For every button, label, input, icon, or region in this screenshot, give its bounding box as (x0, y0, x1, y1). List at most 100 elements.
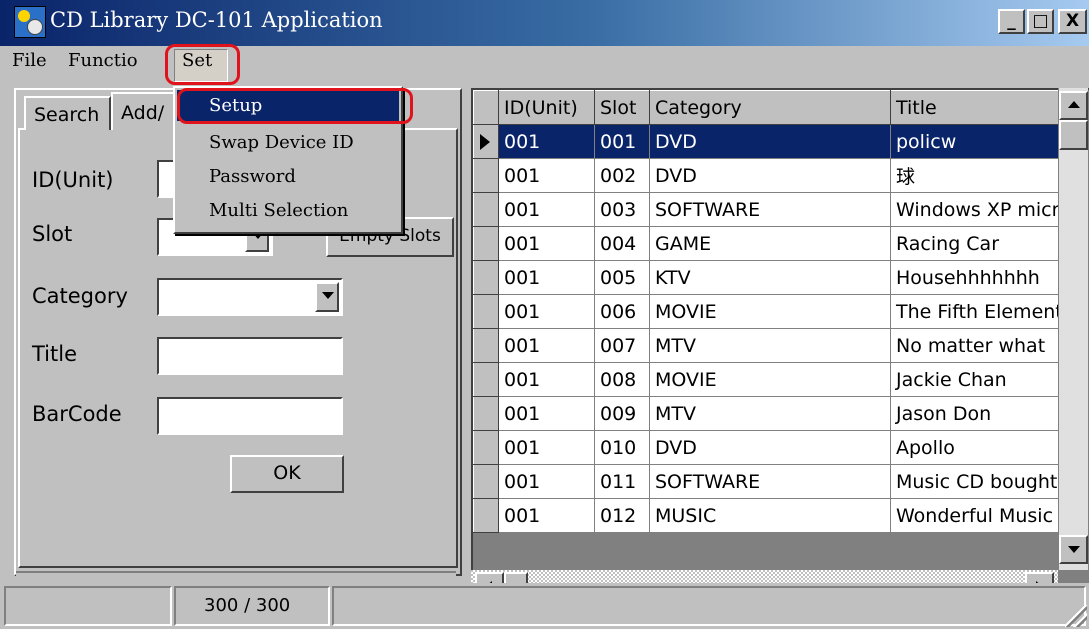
cell-category[interactable]: MTV (649, 328, 891, 363)
menu-item-password[interactable]: Password (177, 161, 399, 192)
cell-title[interactable]: Apollo (890, 430, 1064, 465)
menu-item-multi-selection[interactable]: Multi Selection (177, 195, 399, 226)
cell-title[interactable]: The Fifth Element (890, 294, 1064, 329)
cd-library-grid[interactable]: ID(Unit) Slot Category Title 001 001 DVD po… (471, 88, 1089, 605)
row-header[interactable] (473, 294, 499, 329)
row-header[interactable] (473, 226, 499, 261)
cell-title[interactable]: Wonderful Music (890, 498, 1064, 533)
cell-slot[interactable]: 011 (594, 464, 650, 499)
cell-slot[interactable]: 003 (594, 192, 650, 227)
cell-title[interactable]: 球 (890, 158, 1064, 193)
column-header-title[interactable]: Title (890, 90, 1064, 125)
row-header[interactable] (473, 124, 499, 159)
cell-id-unit[interactable]: 001 (498, 260, 595, 295)
table-row[interactable]: 001 003 SOFTWARE Windows XP micr (473, 192, 1064, 227)
close-button[interactable]: X (1058, 9, 1087, 34)
cell-category[interactable]: DVD (649, 430, 891, 465)
title-input[interactable] (157, 337, 343, 375)
cell-title[interactable]: Windows XP micr (890, 192, 1064, 227)
tab-search[interactable]: Search (24, 96, 111, 130)
row-header[interactable] (473, 362, 499, 397)
minimize-button[interactable]: _ (998, 9, 1025, 34)
scroll-up-arrow-icon[interactable] (1059, 91, 1088, 120)
cell-category[interactable]: GAME (649, 226, 891, 261)
row-header[interactable] (473, 260, 499, 295)
cell-id-unit[interactable]: 001 (498, 192, 595, 227)
row-header[interactable] (473, 464, 499, 499)
cell-title[interactable]: Househhhhhhh (890, 260, 1064, 295)
tab-add[interactable]: Add/ (111, 92, 175, 130)
table-row[interactable]: 001 002 DVD 球 (473, 158, 1064, 193)
cell-category[interactable]: SOFTWARE (649, 464, 891, 499)
cell-slot[interactable]: 002 (594, 158, 650, 193)
cell-category[interactable]: DVD (649, 158, 891, 193)
cell-id-unit[interactable]: 001 (498, 396, 595, 431)
scroll-down-arrow-icon[interactable] (1059, 535, 1088, 564)
cell-slot[interactable]: 001 (594, 124, 650, 159)
cell-title[interactable]: No matter what (890, 328, 1064, 363)
cell-slot[interactable]: 008 (594, 362, 650, 397)
cell-category[interactable]: MUSIC (649, 498, 891, 533)
cell-id-unit[interactable]: 001 (498, 498, 595, 533)
cell-title[interactable]: Racing Car (890, 226, 1064, 261)
table-row[interactable]: 001 008 MOVIE Jackie Chan (473, 362, 1064, 397)
cell-title[interactable]: Jason Don (890, 396, 1064, 431)
title-bar[interactable]: CD Library DC-101 Application _ □ X (0, 0, 1089, 46)
cell-slot[interactable]: 006 (594, 294, 650, 329)
menu-function[interactable]: Functio (68, 50, 154, 71)
row-header[interactable] (473, 430, 499, 465)
table-row[interactable]: 001 001 DVD policw (473, 124, 1064, 159)
menu-item-swap-device-id[interactable]: Swap Device ID (177, 127, 399, 158)
table-row[interactable]: 001 009 MTV Jason Don (473, 396, 1064, 431)
cell-id-unit[interactable]: 001 (498, 226, 595, 261)
column-header-category[interactable]: Category (649, 90, 891, 125)
cell-slot[interactable]: 004 (594, 226, 650, 261)
cell-category[interactable]: DVD (649, 124, 891, 159)
cell-title[interactable]: Jackie Chan (890, 362, 1064, 397)
table-row[interactable]: 001 007 MTV No matter what (473, 328, 1064, 363)
cell-slot[interactable]: 005 (594, 260, 650, 295)
row-header[interactable] (473, 158, 499, 193)
barcode-input[interactable] (157, 397, 343, 435)
row-header[interactable] (473, 328, 499, 363)
row-header[interactable] (473, 498, 499, 533)
cell-id-unit[interactable]: 001 (498, 430, 595, 465)
cell-slot[interactable]: 009 (594, 396, 650, 431)
table-row[interactable]: 001 010 DVD Apollo (473, 430, 1064, 465)
cell-category[interactable]: KTV (649, 260, 891, 295)
cell-id-unit[interactable]: 001 (498, 362, 595, 397)
column-header-id-unit[interactable]: ID(Unit) (498, 90, 595, 125)
table-row[interactable]: 001 004 GAME Racing Car (473, 226, 1064, 261)
category-dropdown[interactable] (157, 278, 343, 316)
row-header[interactable] (473, 192, 499, 227)
column-header-slot[interactable]: Slot (594, 90, 650, 125)
cell-id-unit[interactable]: 001 (498, 124, 595, 159)
cell-category[interactable]: MTV (649, 396, 891, 431)
menu-file[interactable]: File (12, 50, 47, 71)
cell-category[interactable]: MOVIE (649, 362, 891, 397)
table-row[interactable]: 001 011 SOFTWARE Music CD bought (473, 464, 1064, 499)
vertical-scrollbar[interactable] (1058, 88, 1088, 570)
chevron-down-icon[interactable] (315, 282, 339, 312)
resize-grip-icon[interactable] (1065, 605, 1087, 627)
cd-library-app-icon[interactable] (14, 6, 46, 38)
cell-category[interactable]: SOFTWARE (649, 192, 891, 227)
status-record-count: 300 / 300 (174, 586, 330, 626)
table-row[interactable]: 001 012 MUSIC Wonderful Music (473, 498, 1064, 533)
cell-id-unit[interactable]: 001 (498, 294, 595, 329)
cell-slot[interactable]: 007 (594, 328, 650, 363)
scroll-thumb[interactable] (1059, 120, 1088, 150)
cell-slot[interactable]: 010 (594, 430, 650, 465)
table-row[interactable]: 001 006 MOVIE The Fifth Element (473, 294, 1064, 329)
cell-slot[interactable]: 012 (594, 498, 650, 533)
row-header[interactable] (473, 396, 499, 431)
cell-id-unit[interactable]: 001 (498, 158, 595, 193)
cell-id-unit[interactable]: 001 (498, 464, 595, 499)
maximize-button[interactable]: □ (1027, 9, 1054, 34)
cell-id-unit[interactable]: 001 (498, 328, 595, 363)
cell-title[interactable]: Music CD bought (890, 464, 1064, 499)
ok-button[interactable]: OK (230, 455, 344, 493)
cell-title[interactable]: policw (890, 124, 1064, 159)
table-row[interactable]: 001 005 KTV Househhhhhhh (473, 260, 1064, 295)
cell-category[interactable]: MOVIE (649, 294, 891, 329)
